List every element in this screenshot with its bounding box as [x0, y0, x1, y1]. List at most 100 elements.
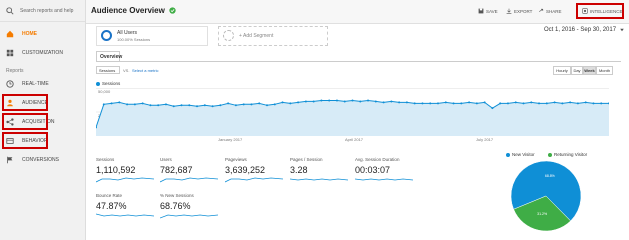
sessions-point	[118, 101, 121, 104]
intelligence-button[interactable]: INTELLIGENCE	[582, 8, 623, 14]
sparkline	[355, 178, 413, 181]
sidebar-item-label: HOME	[22, 30, 37, 37]
metric-sessions[interactable]: Sessions 1,110,592	[96, 157, 154, 184]
sidebar-item-audience[interactable]: AUDIENCE	[0, 93, 85, 112]
segment-all-users[interactable]: All Users 100.00% Sessions	[96, 26, 208, 46]
sidebar-item-realtime[interactable]: REAL-TIME	[0, 74, 85, 93]
sessions-point	[460, 102, 463, 105]
pie-legend-new: New Visitor	[506, 152, 535, 157]
metric-avg-session-duration[interactable]: Avg. Session Duration 00:03:07	[355, 157, 413, 184]
sessions-point	[266, 104, 268, 107]
highlight-box	[2, 132, 48, 149]
page-title: Audience Overview	[91, 6, 176, 15]
sidebar-item-conversions[interactable]: CONVERSIONS	[0, 150, 85, 169]
metric-value: 68.76%	[160, 201, 191, 211]
segment-subtext: 100.00% Sessions	[117, 37, 151, 42]
x-tick-label: April 2017	[345, 137, 364, 142]
sessions-point	[413, 102, 416, 105]
metric-bounce-rate[interactable]: Bounce Rate 47.87%	[96, 193, 154, 220]
home-icon	[6, 30, 14, 37]
sessions-point	[335, 99, 338, 102]
add-segment-button[interactable]: + Add Segment	[218, 26, 328, 46]
metric-label: Sessions	[96, 157, 115, 162]
search-icon	[6, 6, 14, 15]
sessions-point	[297, 101, 300, 104]
save-button[interactable]: SAVE	[478, 8, 498, 14]
sessions-point	[157, 104, 160, 107]
x-tick-label: January 2017	[218, 137, 243, 142]
sessions-point	[343, 100, 346, 103]
sidebar-item-home[interactable]: HOME	[0, 24, 85, 43]
metric-pageviews[interactable]: Pageviews 3,639,252	[225, 157, 283, 184]
sessions-point	[444, 101, 447, 104]
sidebar-item-behavior[interactable]: BEHAVIOR	[0, 131, 85, 150]
metric-new-sessions[interactable]: % New Sessions 68.76%	[160, 193, 218, 220]
flag-icon	[7, 156, 13, 163]
sidebar-item-label: CUSTOMIZATION	[22, 49, 63, 56]
tab-overview[interactable]: Overview	[96, 51, 122, 61]
sparkline	[290, 178, 348, 181]
sessions-point	[561, 102, 564, 105]
share-label: SHARE	[546, 8, 562, 14]
sessions-point	[506, 102, 509, 105]
x-tick-label: July 2017	[476, 137, 494, 142]
header: Audience Overview SAVE EXPORT SHARE INTE…	[86, 0, 629, 24]
sessions-point	[273, 103, 276, 106]
sessions-point	[180, 104, 183, 107]
granularity-hourly[interactable]: Hourly	[553, 66, 571, 75]
sparkline	[225, 177, 283, 183]
sessions-point	[483, 101, 486, 104]
sparkline	[160, 214, 218, 219]
sessions-point	[538, 102, 541, 105]
intelligence-icon	[582, 8, 588, 14]
sessions-point	[359, 100, 362, 103]
sessions-point	[281, 101, 284, 104]
sidebar-item-customization[interactable]: CUSTOMIZATION	[0, 43, 85, 62]
metric-users[interactable]: Users 782,687	[160, 157, 218, 184]
search-bar[interactable]: Search reports and help	[0, 0, 85, 22]
sessions-point	[258, 102, 261, 105]
select-metric-link[interactable]: Select a metric	[132, 68, 158, 73]
legend-label: New Visitor	[512, 152, 535, 157]
intelligence-label: INTELLIGENCE	[590, 8, 623, 14]
sessions-point	[149, 104, 152, 107]
metric-label: Users	[160, 157, 172, 162]
date-range-text: Oct 1, 2016 - Sep 30, 2017	[544, 27, 617, 33]
metric-value: 3.28	[290, 165, 308, 175]
sessions-point	[382, 101, 385, 104]
granularity-day[interactable]: Day	[571, 66, 583, 75]
sessions-point	[351, 99, 354, 102]
metric-value: 782,687	[160, 165, 193, 175]
metric-label: % New Sessions	[160, 193, 194, 198]
metric-pages-per-session[interactable]: Pages / Session 3.28	[290, 157, 348, 184]
granularity-week[interactable]: Week	[583, 66, 596, 75]
sessions-point	[320, 99, 323, 102]
metric-select[interactable]: Sessions	[96, 66, 120, 74]
sessions-point	[374, 100, 377, 103]
chart-legend: Sessions	[96, 81, 120, 86]
granularity-month[interactable]: Month	[596, 66, 613, 75]
sessions-point	[553, 101, 556, 104]
sessions-point	[211, 105, 214, 108]
export-icon	[506, 8, 512, 14]
sessions-point	[141, 102, 144, 105]
sidebar-item-acquisition[interactable]: ACQUISITION	[0, 112, 85, 131]
sessions-point	[367, 99, 370, 102]
share-button[interactable]: SHARE	[538, 8, 562, 14]
visitor-pie-chart: 68.8% 31.2%	[510, 160, 582, 232]
export-button[interactable]: EXPORT	[506, 8, 532, 14]
sessions-point	[133, 103, 136, 106]
dashboard-icon	[6, 49, 14, 56]
sidebar: Search reports and help HOME CUSTOMIZATI…	[0, 0, 86, 240]
sessions-point	[219, 104, 222, 107]
date-range-picker[interactable]: Oct 1, 2016 - Sep 30, 2017	[544, 27, 625, 33]
sessions-point	[405, 101, 408, 104]
highlight-box	[2, 113, 48, 130]
sessions-point	[250, 103, 253, 106]
sessions-point	[429, 102, 432, 105]
chevron-down-icon	[620, 28, 624, 32]
highlight-box	[2, 94, 48, 111]
page-title-text: Audience Overview	[91, 6, 165, 15]
metric-label: Bounce Rate	[96, 193, 123, 198]
add-segment-label: + Add Segment	[239, 33, 274, 39]
